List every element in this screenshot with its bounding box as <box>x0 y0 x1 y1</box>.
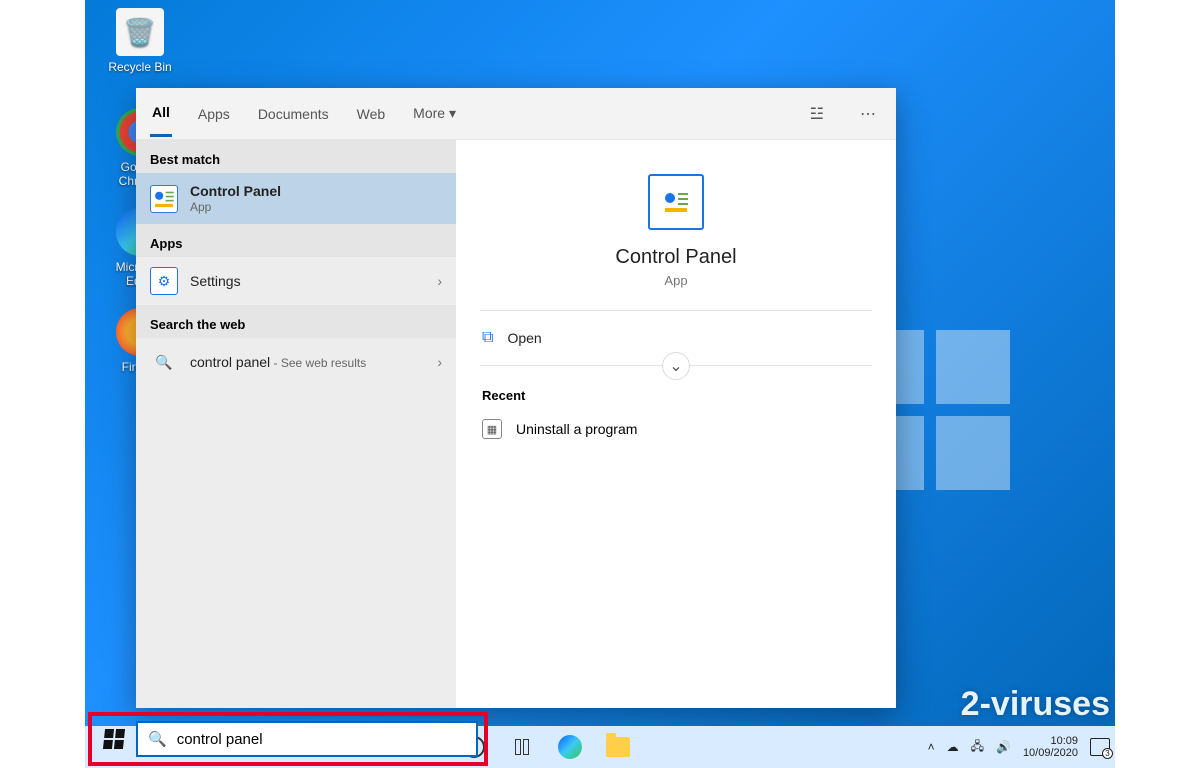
taskbar-clock[interactable]: 10:09 10/09/2020 <box>1023 735 1078 759</box>
action-label: Open <box>507 330 541 346</box>
section-best-match: Best match <box>136 140 456 173</box>
result-web-control-panel[interactable]: 🔍 control panel - See web results › <box>136 338 456 386</box>
start-button[interactable] <box>94 719 134 759</box>
recycle-bin-icon: 🗑️ <box>116 8 164 56</box>
windows-logo-icon <box>103 729 125 749</box>
highlight-start-and-search: 🔍 <box>88 712 488 766</box>
tray-overflow-button[interactable]: ˄ <box>928 740 935 754</box>
detail-subtitle: App <box>664 273 687 288</box>
result-settings[interactable]: ⚙ Settings › <box>136 257 456 305</box>
taskbar-app-explorer[interactable] <box>604 733 632 761</box>
control-panel-icon <box>150 185 178 213</box>
desktop-icon-label: Recycle Bin <box>100 60 180 74</box>
notification-badge: 3 <box>1102 748 1113 759</box>
watermark: 2-viruses <box>961 685 1110 724</box>
result-title: Control Panel <box>190 183 442 200</box>
recent-uninstall-program[interactable]: ▦ Uninstall a program <box>480 411 872 447</box>
chevron-down-icon: ⌄ <box>669 356 682 376</box>
search-icon: 🔍 <box>148 730 167 748</box>
file-explorer-icon <box>606 737 630 757</box>
chevron-right-icon: › <box>437 273 442 289</box>
task-view-icon <box>515 739 529 755</box>
clock-date: 10/09/2020 <box>1023 747 1078 759</box>
settings-icon: ⚙ <box>150 267 178 295</box>
chevron-right-icon: › <box>437 354 442 370</box>
recent-label: Uninstall a program <box>516 421 637 437</box>
result-control-panel[interactable]: Control Panel App <box>136 173 456 224</box>
onedrive-icon[interactable]: ☁ <box>947 740 959 754</box>
start-search-flyout: All Apps Documents Web More ▾ ☳ ⋯ Best m… <box>136 88 896 708</box>
tab-apps[interactable]: Apps <box>196 92 232 136</box>
taskbar-search-box[interactable]: 🔍 <box>136 721 478 757</box>
crop-left <box>0 0 85 768</box>
crop-right <box>1115 0 1200 768</box>
system-tray: ˄ ☁ 🖧 🔊 10:09 10/09/2020 3 <box>928 726 1110 768</box>
tab-more[interactable]: More ▾ <box>411 91 458 136</box>
search-tabs: All Apps Documents Web More ▾ ☳ ⋯ <box>136 88 896 140</box>
result-detail-pane: Control Panel App ⧉ Open ⌄ Recent ▦ Unin… <box>456 140 896 708</box>
detail-title: Control Panel <box>615 246 736 269</box>
expand-actions-button[interactable]: ⌄ <box>662 352 690 380</box>
control-panel-icon <box>648 174 704 230</box>
chevron-down-icon: ▾ <box>449 105 456 121</box>
desktop: 🗑️ Recycle Bin Google Chrome Microsoft E… <box>0 0 1200 768</box>
result-title: Settings <box>190 273 425 290</box>
action-center-button[interactable]: 3 <box>1090 738 1110 756</box>
result-hero: Control Panel App <box>480 166 872 311</box>
tab-all[interactable]: All <box>150 90 172 137</box>
results-list: Best match Control Panel App Apps ⚙ Sett… <box>136 140 456 708</box>
open-icon: ⧉ <box>482 329 493 347</box>
search-icon: 🔍 <box>150 348 178 376</box>
desktop-icon-recycle-bin[interactable]: 🗑️ Recycle Bin <box>100 8 180 74</box>
result-title: control panel <box>190 354 270 370</box>
tab-web[interactable]: Web <box>355 92 388 136</box>
taskbar-search-input[interactable] <box>177 731 466 748</box>
feedback-icon[interactable]: ☳ <box>804 98 830 130</box>
volume-icon[interactable]: 🔊 <box>996 740 1011 754</box>
section-apps: Apps <box>136 224 456 257</box>
result-subtitle: - See web results <box>270 356 366 370</box>
network-icon[interactable]: 🖧 <box>971 737 984 758</box>
tab-documents[interactable]: Documents <box>256 92 331 136</box>
task-view-button[interactable] <box>508 733 536 761</box>
edge-icon <box>558 735 582 759</box>
options-icon[interactable]: ⋯ <box>854 98 882 130</box>
clock-time: 10:09 <box>1023 735 1078 747</box>
programs-icon: ▦ <box>482 419 502 439</box>
section-search-web: Search the web <box>136 305 456 338</box>
result-subtitle: App <box>190 200 442 214</box>
taskbar-app-edge[interactable] <box>556 733 584 761</box>
